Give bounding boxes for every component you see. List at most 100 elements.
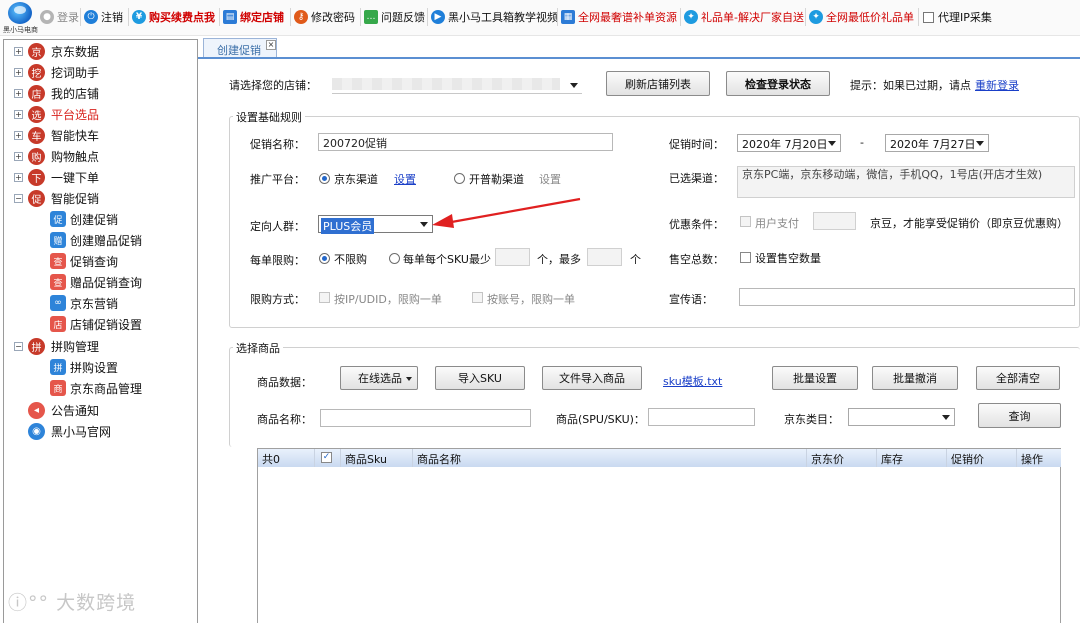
collapse-icon[interactable]: −: [14, 193, 23, 203]
close-icon[interactable]: ×: [266, 40, 276, 50]
min-quantity-input[interactable]: [495, 248, 530, 266]
clear-all-button[interactable]: 全部清空: [976, 366, 1060, 390]
limit-by-account-checkbox[interactable]: [472, 292, 483, 303]
chevron-down-icon[interactable]: [420, 222, 428, 227]
jd-channel-label: 京东渠道: [334, 173, 378, 186]
user-pay-checkbox[interactable]: [740, 216, 751, 227]
logout-button[interactable]: ⏻ 注销: [84, 8, 123, 26]
kaipule-settings-link[interactable]: 设置: [539, 171, 561, 187]
marketing-icon: ∞: [50, 295, 66, 311]
expand-icon[interactable]: +: [14, 130, 23, 140]
tree-item-group-buy[interactable]: − 拼 拼购管理: [14, 336, 99, 356]
tree-item-platform-selection[interactable]: + 选 平台选品: [14, 104, 99, 124]
slogan-input[interactable]: [739, 288, 1075, 306]
bind-shop-button[interactable]: ▤ 绑定店铺: [223, 8, 284, 26]
end-date-picker[interactable]: 2020年 7月27日: [885, 134, 989, 152]
gift-factory-button[interactable]: ✦ 礼品单-解决厂家自送: [684, 8, 804, 26]
tab-create-promotion[interactable]: 创建促销 ×: [203, 38, 277, 58]
column-header-sku[interactable]: 商品Sku: [341, 449, 413, 467]
batch-set-button[interactable]: 批量设置: [772, 366, 858, 390]
lowest-gift-button[interactable]: ✦ 全网最低价礼品单: [809, 8, 914, 26]
tree-item-jd-data[interactable]: + 京 京东数据: [14, 41, 99, 61]
tutorial-video-button[interactable]: ▶ 黑小马工具箱教学视频: [431, 8, 558, 26]
tree-item-one-click-order[interactable]: + 下 一键下单: [14, 167, 99, 187]
tree-item-jd-product-management[interactable]: 商 京东商品管理: [50, 378, 142, 398]
select-all-checkbox[interactable]: ✓: [321, 452, 332, 463]
tree-item-my-shop[interactable]: + 店 我的店铺: [14, 83, 99, 103]
expand-icon[interactable]: +: [14, 67, 23, 77]
expand-icon[interactable]: +: [14, 172, 23, 182]
limit-by-ip-label: 按IP/UDID，限购一单: [334, 293, 442, 306]
tree-item-smart-express[interactable]: + 车 智能快车: [14, 125, 99, 145]
start-date-picker[interactable]: 2020年 7月20日: [737, 134, 841, 152]
tree-item-notice[interactable]: ◂ 公告通知: [28, 400, 99, 420]
online-select-dropdown-button[interactable]: 在线选品: [340, 366, 418, 390]
chevron-down-icon[interactable]: [828, 141, 836, 146]
login-button[interactable]: ● 登录: [40, 8, 79, 26]
column-header-stock[interactable]: 库存: [877, 449, 947, 467]
chevron-down-icon[interactable]: [942, 415, 950, 420]
limit-by-ip-checkbox[interactable]: [319, 292, 330, 303]
jd-bean-amount-input[interactable]: [813, 212, 856, 230]
column-header-product-name[interactable]: 商品名称: [413, 449, 807, 467]
tree-item-smart-promotion[interactable]: − 促 智能促销: [14, 188, 99, 208]
user-icon: ●: [40, 10, 54, 24]
chevron-down-icon[interactable]: [570, 83, 578, 88]
no-limit-radio[interactable]: [319, 253, 330, 264]
file-import-products-button[interactable]: 文件导入商品: [542, 366, 642, 390]
proxy-ip-toggle[interactable]: 代理IP采集: [923, 8, 992, 26]
audience-select[interactable]: PLUS会员: [318, 215, 433, 234]
promo-name-label: 促销名称：: [250, 138, 305, 151]
tree-item-official-website[interactable]: ◉ 黑小马官网: [28, 421, 111, 441]
column-header-actions[interactable]: 操作: [1017, 449, 1061, 467]
kaipule-channel-radio[interactable]: [454, 173, 465, 184]
proxy-ip-checkbox[interactable]: [923, 11, 934, 23]
tree-item-create-promotion[interactable]: 促 创建促销: [50, 209, 118, 229]
set-sold-out-checkbox[interactable]: [740, 252, 751, 263]
refresh-shop-list-button[interactable]: 刷新店铺列表: [606, 71, 710, 96]
batch-cancel-button[interactable]: 批量撤消: [872, 366, 958, 390]
tree-item-keyword-helper[interactable]: + 挖 挖词助手: [14, 62, 99, 82]
product-name-input[interactable]: [320, 409, 531, 427]
tree-item-jd-marketing[interactable]: ∞ 京东营销: [50, 293, 118, 313]
jd-channel-radio[interactable]: [319, 173, 330, 184]
expand-icon[interactable]: +: [14, 46, 23, 56]
collapse-icon[interactable]: −: [14, 341, 23, 351]
tree-item-shopping-touchpoint[interactable]: + 购 购物触点: [14, 146, 99, 166]
website-icon: ◉: [28, 422, 45, 440]
chevron-down-icon[interactable]: [976, 141, 984, 146]
check-login-status-button[interactable]: 检查登录状态: [726, 71, 830, 96]
buy-renew-button[interactable]: ¥ 购买续费点我: [132, 8, 215, 26]
jd-channel-settings-link[interactable]: 设置: [394, 171, 416, 187]
resource-button[interactable]: ▦ 全网最奢谱补单资源: [561, 8, 677, 26]
kaipule-channel-label: 开普勒渠道: [469, 173, 524, 186]
toolbar-divider: [805, 8, 806, 26]
expand-icon[interactable]: +: [14, 88, 23, 98]
document-icon: ▦: [561, 10, 575, 24]
feedback-button[interactable]: … 问题反馈: [364, 8, 425, 26]
sku-template-link[interactable]: sku模板.txt: [663, 373, 722, 389]
column-header-jd-price[interactable]: 京东价: [807, 449, 877, 467]
expand-icon[interactable]: +: [14, 109, 23, 119]
promo-name-input[interactable]: 200720促销: [318, 133, 613, 151]
proxy-ip-label: 代理IP采集: [938, 11, 992, 24]
query-button[interactable]: 查询: [978, 403, 1061, 428]
watermark-logo-icon: ⓘ°°: [8, 592, 50, 614]
tree-item-create-gift-promotion[interactable]: 赠 创建赠品促销: [50, 230, 142, 250]
column-header-promo-price[interactable]: 促销价: [947, 449, 1017, 467]
max-quantity-input[interactable]: [587, 248, 622, 266]
jd-category-select[interactable]: [848, 408, 955, 426]
tree-item-shop-promotion-settings[interactable]: 店 店铺促销设置: [50, 314, 142, 334]
relogin-link[interactable]: 重新登录: [975, 77, 1019, 93]
column-header-count: 共0: [258, 449, 315, 467]
tree-item-promotion-query[interactable]: 查 促销查询: [50, 251, 118, 271]
import-sku-button[interactable]: 导入SKU: [435, 366, 525, 390]
tree-item-group-buy-settings[interactable]: 拼 拼购设置: [50, 357, 118, 377]
change-password-button[interactable]: ⚷ 修改密码: [294, 8, 355, 26]
expand-icon[interactable]: +: [14, 151, 23, 161]
spu-sku-input[interactable]: [648, 408, 755, 426]
tree-item-gift-promotion-query[interactable]: 查 赠品促销查询: [50, 272, 142, 292]
basic-rules-legend: 设置基础规则: [233, 109, 305, 125]
shop-select[interactable]: [332, 76, 582, 94]
per-sku-limit-radio[interactable]: [389, 253, 400, 264]
